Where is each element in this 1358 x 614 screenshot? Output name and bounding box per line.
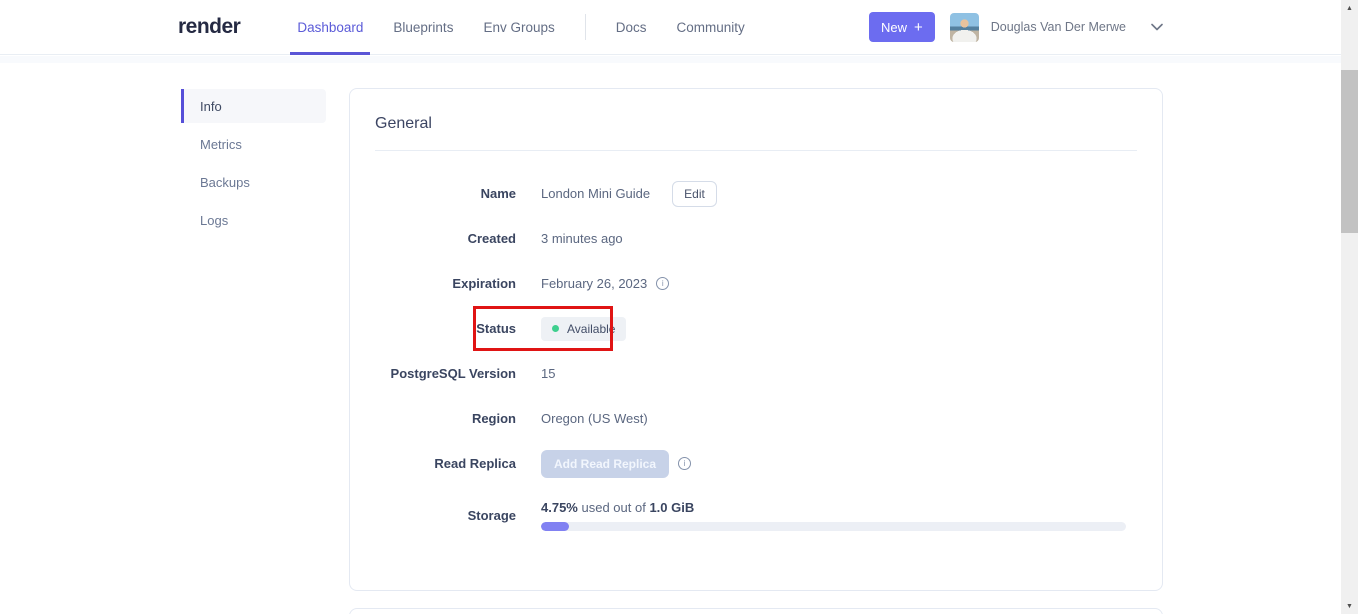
name-value: London Mini Guide: [541, 186, 651, 201]
storage-progress-fill: [541, 521, 569, 531]
name-label: Name: [480, 186, 516, 201]
edit-name-button[interactable]: Edit: [672, 180, 717, 207]
new-button[interactable]: New +: [868, 12, 935, 42]
sidebar-item-logs[interactable]: Logs: [181, 203, 326, 237]
general-card: General Name London Mini Guide Edit Crea…: [349, 88, 1163, 591]
nav-community[interactable]: Community: [677, 0, 745, 54]
avatar[interactable]: [949, 12, 979, 42]
status-row: Status Available: [375, 306, 1137, 351]
version-row: PostgreSQL Version 15: [375, 351, 1137, 396]
header-right: New + Douglas Van Der Merwe: [868, 0, 1163, 54]
status-label: Status: [476, 321, 516, 336]
sidebar-item-label: Metrics: [200, 136, 242, 152]
storage-total: 1.0 GiB: [649, 499, 695, 515]
region-value: Oregon (US West): [541, 411, 648, 426]
sidebar: Info Metrics Backups Logs: [181, 89, 326, 241]
read-replica-info-icon[interactable]: i: [678, 457, 692, 470]
plus-icon: +: [913, 18, 923, 36]
expiration-info-icon[interactable]: i: [656, 277, 670, 290]
scroll-up-icon[interactable]: ▲: [1341, 0, 1358, 16]
app-logo[interactable]: render: [178, 0, 241, 54]
general-rows: Name London Mini Guide Edit Created 3 mi…: [375, 151, 1137, 544]
new-button-label: New: [880, 19, 907, 35]
storage-used-pct: 4.75%: [541, 499, 578, 515]
name-row: Name London Mini Guide Edit: [375, 171, 1137, 216]
storage-label: Storage: [467, 507, 516, 523]
region-label: Region: [471, 411, 516, 426]
sidebar-item-metrics[interactable]: Metrics: [181, 127, 326, 161]
nav-dashboard[interactable]: Dashboard: [290, 0, 371, 55]
expiration-value: February 26, 2023: [541, 276, 648, 291]
created-row: Created 3 minutes ago: [375, 216, 1137, 261]
version-value: 15: [541, 366, 556, 381]
storage-usage-text: 4.75% used out of 1.0 GiB: [541, 499, 695, 515]
card-title: General: [375, 115, 432, 132]
nav-blueprints[interactable]: Blueprints: [393, 0, 453, 54]
read-replica-row: Read Replica Add Read Replica i: [375, 441, 1137, 486]
sidebar-item-backups[interactable]: Backups: [181, 165, 326, 199]
sidebar-item-label: Logs: [200, 212, 229, 228]
expiration-label: Expiration: [452, 276, 516, 291]
add-read-replica-button[interactable]: Add Read Replica: [541, 449, 670, 478]
scroll-down-icon[interactable]: ▼: [1341, 598, 1358, 614]
created-label: Created: [467, 231, 516, 246]
sidebar-item-label: Backups: [200, 174, 250, 190]
next-card-partial: [349, 608, 1163, 614]
chevron-down-icon[interactable]: [1151, 23, 1163, 31]
storage-row: Storage 4.75% used out of 1.0 GiB: [375, 486, 1137, 544]
status-value: Available: [567, 321, 616, 336]
sidebar-item-info[interactable]: Info: [181, 89, 326, 123]
sidebar-item-label: Info: [200, 98, 222, 114]
region-row: Region Oregon (US West): [375, 396, 1137, 441]
top-nav: render Dashboard Blueprints Env Groups D…: [0, 0, 1341, 55]
scrollbar-thumb[interactable]: [1341, 70, 1358, 233]
primary-nav: Dashboard Blueprints Env Groups Docs Com…: [290, 0, 745, 55]
read-replica-label: Read Replica: [434, 456, 516, 471]
content-top-band: [0, 56, 1341, 63]
created-value: 3 minutes ago: [541, 231, 623, 246]
status-dot-icon: [552, 325, 559, 332]
nav-docs[interactable]: Docs: [616, 0, 647, 54]
expiration-row: Expiration February 26, 2023 i: [375, 261, 1137, 306]
status-badge: Available: [541, 316, 627, 341]
storage-progress-track: [541, 521, 1126, 531]
user-name: Douglas Van Der Merwe: [990, 20, 1126, 34]
nav-env-groups[interactable]: Env Groups: [483, 0, 554, 54]
nav-divider: [584, 14, 586, 40]
page-scrollbar[interactable]: ▲ ▼: [1341, 0, 1358, 614]
version-label: PostgreSQL Version: [390, 366, 516, 381]
